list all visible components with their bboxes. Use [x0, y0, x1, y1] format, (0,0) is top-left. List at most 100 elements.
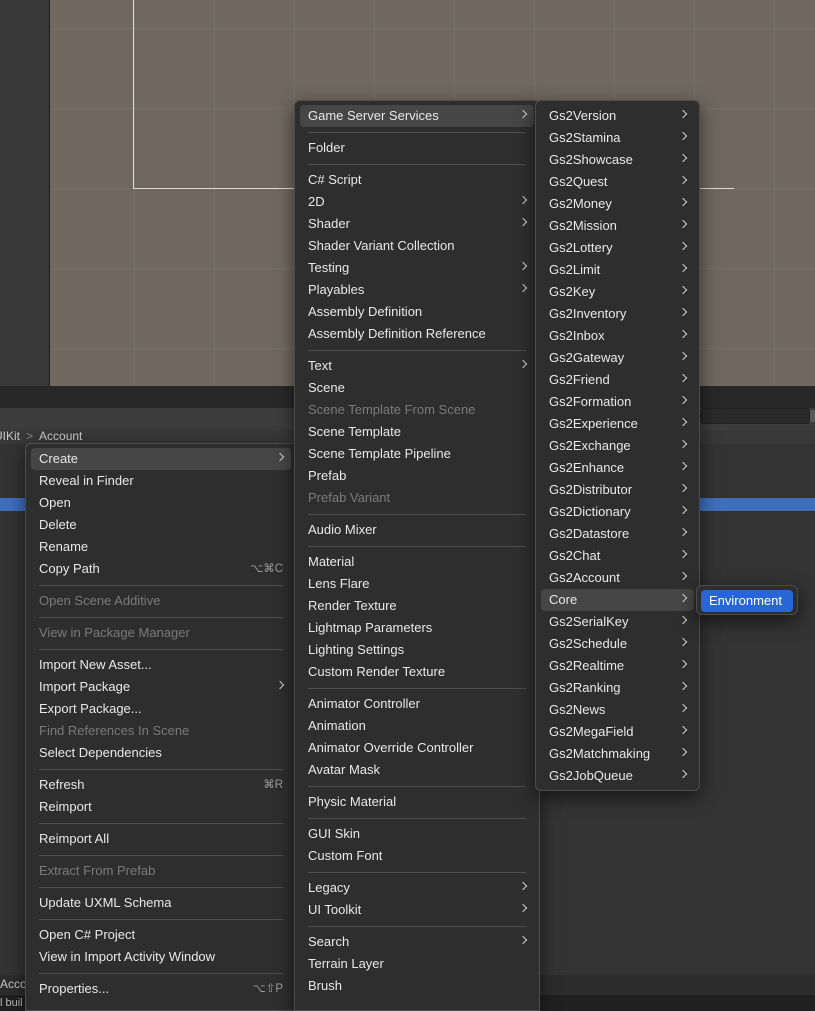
menu-item-gs2inbox[interactable]: Gs2Inbox	[541, 325, 694, 347]
menu-item-gs2mission[interactable]: Gs2Mission	[541, 215, 694, 237]
menu-item-gs2version[interactable]: Gs2Version	[541, 105, 694, 127]
menu-item-render-texture[interactable]: Render Texture	[300, 595, 534, 617]
menu-item-reimport[interactable]: Reimport	[31, 796, 291, 818]
menu-item-gs2jobqueue[interactable]: Gs2JobQueue	[541, 765, 694, 787]
menu-item-animator-override-controller[interactable]: Animator Override Controller	[300, 737, 534, 759]
menu-item-gs2schedule[interactable]: Gs2Schedule	[541, 633, 694, 655]
menu-item-prefab[interactable]: Prefab	[300, 465, 534, 487]
menu-item-assembly-definition-reference[interactable]: Assembly Definition Reference	[300, 323, 534, 345]
menu-item-text[interactable]: Text	[300, 355, 534, 377]
menu-item-gs2enhance[interactable]: Gs2Enhance	[541, 457, 694, 479]
menu-item-reveal-in-finder[interactable]: Reveal in Finder	[31, 470, 291, 492]
menu-item-gs2inventory[interactable]: Gs2Inventory	[541, 303, 694, 325]
menu-item-audio-mixer[interactable]: Audio Mixer	[300, 519, 534, 541]
menu-item-custom-font[interactable]: Custom Font	[300, 845, 534, 867]
menu-item-scene-template[interactable]: Scene Template	[300, 421, 534, 443]
menu-item-gs2limit[interactable]: Gs2Limit	[541, 259, 694, 281]
menu-item-gs2exchange[interactable]: Gs2Exchange	[541, 435, 694, 457]
menu-item-delete[interactable]: Delete	[31, 514, 291, 536]
menu-item-gs2money[interactable]: Gs2Money	[541, 193, 694, 215]
menu-item-open-c-project[interactable]: Open C# Project	[31, 924, 291, 946]
menu-item-environment[interactable]: Environment	[701, 590, 793, 612]
menu-item-select-dependencies[interactable]: Select Dependencies	[31, 742, 291, 764]
menu-item-physic-material[interactable]: Physic Material	[300, 791, 534, 813]
menu-item-lens-flare[interactable]: Lens Flare	[300, 573, 534, 595]
menu-item-playables[interactable]: Playables	[300, 279, 534, 301]
menu-item-label: UI Toolkit	[308, 902, 362, 917]
menu-item-material[interactable]: Material	[300, 551, 534, 573]
menu-item-update-uxml-schema[interactable]: Update UXML Schema	[31, 892, 291, 914]
menu-item-core[interactable]: Core	[541, 589, 694, 611]
menu-item-legacy[interactable]: Legacy	[300, 877, 534, 899]
menu-item-open[interactable]: Open	[31, 492, 291, 514]
menu-item-animation[interactable]: Animation	[300, 715, 534, 737]
menu-item-label: Open	[39, 495, 71, 510]
menu-item-scene[interactable]: Scene	[300, 377, 534, 399]
menu-item-gs2matchmaking[interactable]: Gs2Matchmaking	[541, 743, 694, 765]
menu-item-gs2datastore[interactable]: Gs2Datastore	[541, 523, 694, 545]
menu-item-gs2formation[interactable]: Gs2Formation	[541, 391, 694, 413]
menu-item-gs2key[interactable]: Gs2Key	[541, 281, 694, 303]
menu-item-gs2experience[interactable]: Gs2Experience	[541, 413, 694, 435]
chevron-right-icon	[678, 307, 688, 317]
menu-item-copy-path[interactable]: Copy Path ⌥⌘C	[31, 558, 291, 580]
menu-item-folder[interactable]: Folder	[300, 137, 534, 159]
menu-item-assembly-definition[interactable]: Assembly Definition	[300, 301, 534, 323]
menu-item-ui-toolkit[interactable]: UI Toolkit	[300, 899, 534, 921]
menu-item-gs2distributor[interactable]: Gs2Distributor	[541, 479, 694, 501]
menu-item-gs2stamina[interactable]: Gs2Stamina	[541, 127, 694, 149]
menu-item-import-package[interactable]: Import Package	[31, 676, 291, 698]
menu-item-extract-from-prefab: Extract From Prefab	[31, 860, 291, 882]
menu-item-gs2showcase[interactable]: Gs2Showcase	[541, 149, 694, 171]
menu-item-gs2megafield[interactable]: Gs2MegaField	[541, 721, 694, 743]
chevron-right-icon	[678, 395, 688, 405]
menu-item-lighting-settings[interactable]: Lighting Settings	[300, 639, 534, 661]
menu-item-gs2ranking[interactable]: Gs2Ranking	[541, 677, 694, 699]
menu-item-gs2serialkey[interactable]: Gs2SerialKey	[541, 611, 694, 633]
menu-item-search[interactable]: Search	[300, 931, 534, 953]
menu-item-shader[interactable]: Shader	[300, 213, 534, 235]
menu-item-avatar-mask[interactable]: Avatar Mask	[300, 759, 534, 781]
menu-item-gs2gateway[interactable]: Gs2Gateway	[541, 347, 694, 369]
menu-item-gs2chat[interactable]: Gs2Chat	[541, 545, 694, 567]
menu-item-label: Search	[308, 934, 350, 949]
menu-item-brush[interactable]: Brush	[300, 975, 534, 997]
search-input[interactable]	[700, 408, 810, 424]
menu-item-custom-render-texture[interactable]: Custom Render Texture	[300, 661, 534, 683]
menu-item-gs2realtime[interactable]: Gs2Realtime	[541, 655, 694, 677]
menu-item-gui-skin[interactable]: GUI Skin	[300, 823, 534, 845]
bottom-label: Acco	[0, 977, 27, 991]
menu-item-import-new-asset[interactable]: Import New Asset...	[31, 654, 291, 676]
menu-item-refresh[interactable]: Refresh ⌘R	[31, 774, 291, 796]
menu-item-reimport-all[interactable]: Reimport All	[31, 828, 291, 850]
shortcut-label: ⌘R	[263, 779, 283, 791]
menu-item-create[interactable]: Create	[31, 448, 291, 470]
toolbar-icon[interactable]	[810, 410, 815, 422]
menu-item-label: Import New Asset...	[39, 657, 152, 672]
menu-item-shader-variant-collection[interactable]: Shader Variant Collection	[300, 235, 534, 257]
menu-item-gs2account[interactable]: Gs2Account	[541, 567, 694, 589]
menu-item-label: Properties...	[39, 981, 110, 996]
menu-item-scene-template-pipeline[interactable]: Scene Template Pipeline	[300, 443, 534, 465]
menu-item-rename[interactable]: Rename	[31, 536, 291, 558]
menu-item-2d[interactable]: 2D	[300, 191, 534, 213]
menu-item-gs2lottery[interactable]: Gs2Lottery	[541, 237, 694, 259]
menu-item-view-in-import-activity-window[interactable]: View in Import Activity Window	[31, 946, 291, 968]
menu-item-gs2quest[interactable]: Gs2Quest	[541, 171, 694, 193]
menu-item-gs2dictionary[interactable]: Gs2Dictionary	[541, 501, 694, 523]
menu-item-properties[interactable]: Properties... ⌥⇧P	[31, 978, 291, 1000]
menu-item-gs2news[interactable]: Gs2News	[541, 699, 694, 721]
menu-item-export-package[interactable]: Export Package...	[31, 698, 291, 720]
menu-item-animator-controller[interactable]: Animator Controller	[300, 693, 534, 715]
breadcrumb-current[interactable]: Account	[39, 429, 82, 443]
menu-item-label: Gs2Showcase	[549, 152, 633, 167]
menu-item-c-script[interactable]: C# Script	[300, 169, 534, 191]
menu-separator	[308, 164, 526, 165]
menu-item-game-server-services[interactable]: Game Server Services	[300, 105, 534, 127]
menu-item-gs2friend[interactable]: Gs2Friend	[541, 369, 694, 391]
menu-item-label: Lens Flare	[308, 576, 370, 591]
menu-item-lightmap-parameters[interactable]: Lightmap Parameters	[300, 617, 534, 639]
menu-item-terrain-layer[interactable]: Terrain Layer	[300, 953, 534, 975]
menu-item-testing[interactable]: Testing	[300, 257, 534, 279]
breadcrumb-parent[interactable]: UIKit	[0, 429, 20, 443]
